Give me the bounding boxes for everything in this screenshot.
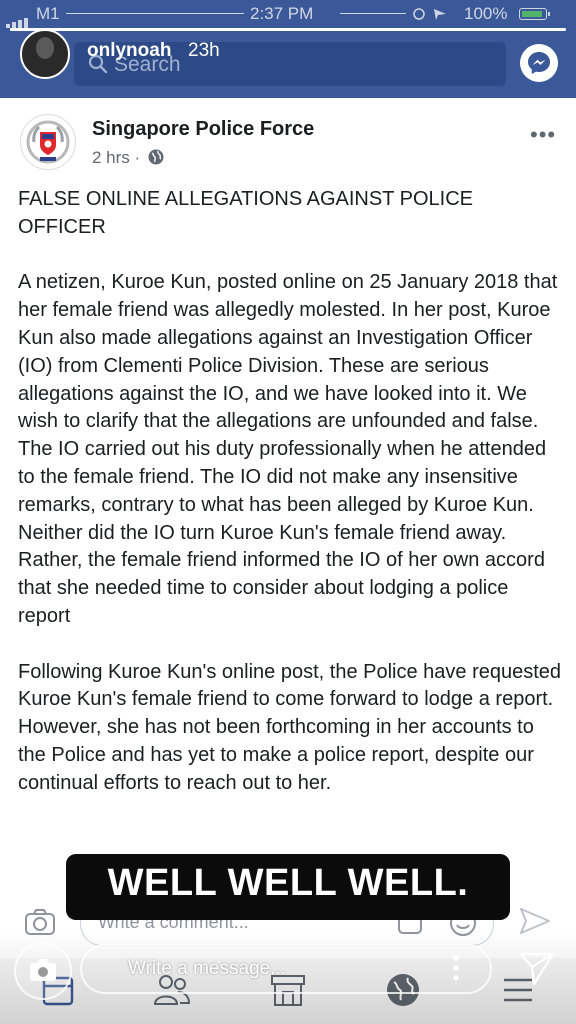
direct-share-icon[interactable] [518, 950, 556, 986]
story-age: 23h [188, 40, 220, 61]
carrier-label: M1 [36, 4, 60, 23]
post-title: FALSE ONLINE ALLEGATIONS AGAINST POLICE … [18, 188, 473, 238]
battery-percent: 100% [464, 4, 508, 23]
story-avatar[interactable] [20, 29, 70, 79]
story-progress-fill [10, 28, 566, 31]
post-body: FALSE ONLINE ALLEGATIONS AGAINST POLICE … [18, 186, 562, 825]
story-camera-button[interactable] [14, 942, 72, 1000]
status-time: 2:37 PM [250, 4, 314, 23]
post-meta: 2 hrs · [92, 148, 165, 168]
story-sticker-text: WELL WELL WELL. [107, 862, 469, 904]
page-avatar[interactable] [20, 114, 76, 170]
send-icon[interactable] [518, 906, 552, 936]
status-bar: M1 2:37 PM 100% [0, 0, 576, 28]
story-progress-bar [10, 28, 566, 31]
globe-icon [148, 149, 164, 165]
battery-icon [519, 8, 550, 20]
story-username[interactable]: onlynoah [87, 40, 171, 62]
post-time[interactable]: 2 hrs [92, 148, 130, 167]
signal-icon [6, 8, 30, 28]
post-paragraph-1: A netizen, Kuroe Kun, posted online on 2… [18, 271, 558, 627]
story-progress-overlay [66, 13, 244, 14]
police-crest-icon [26, 120, 70, 164]
messenger-button[interactable] [520, 44, 558, 82]
story-progress-overlay [340, 13, 406, 14]
story-more-icon[interactable] [450, 952, 462, 984]
meta-separator: · [134, 148, 141, 167]
messenger-icon [528, 52, 550, 74]
post-more-button[interactable]: ••• [530, 122, 556, 148]
post-paragraph-2: Following Kuroe Kun's online post, the P… [18, 660, 562, 794]
story-reply-placeholder: Write a message... [128, 958, 287, 979]
page-name[interactable]: Singapore Police Force [92, 118, 314, 141]
alarm-location-icon [413, 8, 446, 20]
camera-icon [30, 959, 56, 981]
camera-icon[interactable] [24, 907, 56, 937]
